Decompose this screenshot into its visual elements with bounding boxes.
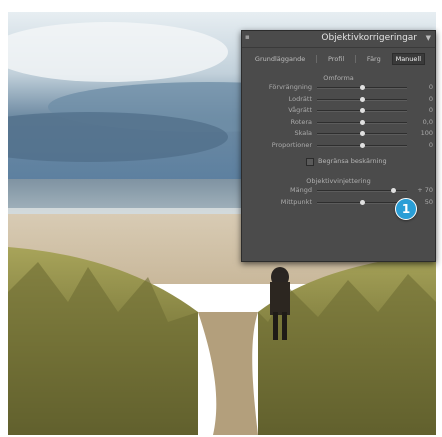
collapse-triangle-icon[interactable]: ▼: [426, 34, 431, 42]
slider-label: Förvrängning: [268, 83, 312, 91]
slider-knob[interactable]: [359, 119, 365, 125]
slider-value[interactable]: 0,0: [423, 118, 433, 126]
slider-label: Vågrätt: [288, 106, 312, 114]
lens-corrections-panel: ▪ Objektivkorrigeringar ▼ Grundläggande …: [241, 30, 436, 262]
slider-horizontal: Vågrätt 0: [242, 105, 435, 117]
constrain-crop-option[interactable]: Begränsa beskärning: [242, 155, 435, 169]
slider-label: Mängd: [290, 186, 312, 194]
slider-value[interactable]: + 70: [417, 186, 433, 194]
slider-knob[interactable]: [359, 142, 365, 148]
slider-rotate: Rotera 0,0: [242, 117, 435, 129]
slider-scale: Skala 100: [242, 128, 435, 140]
slider-knob[interactable]: [391, 188, 396, 193]
slider-aspect: Proportioner 0: [242, 140, 435, 152]
tab-separator: [316, 55, 318, 63]
slider-label: Rotera: [290, 117, 312, 126]
vignette-section-title: Objektivvinjettering: [306, 177, 371, 185]
panel-grip-icon[interactable]: ▪: [245, 33, 250, 41]
slider-knob[interactable]: [359, 108, 365, 113]
slider-vertical: Lodrätt 0: [242, 94, 435, 106]
constrain-crop-checkbox[interactable]: [306, 158, 314, 166]
slider-value[interactable]: 0: [429, 83, 433, 91]
constrain-crop-label: Begränsa beskärning: [318, 157, 387, 165]
slider-value[interactable]: 0: [429, 141, 433, 149]
slider-value[interactable]: 50: [425, 198, 433, 206]
slider-value[interactable]: 0: [429, 95, 433, 103]
tab-manual[interactable]: Manuell: [391, 53, 426, 65]
slider-amount: Mängd + 70: [242, 185, 435, 197]
slider-label: Skala: [294, 129, 312, 137]
transform-section-title: Omforma: [323, 74, 354, 82]
slider-knob[interactable]: [359, 96, 365, 102]
tab-separator: [355, 55, 357, 63]
panel-titlebar: ▪ Objektivkorrigeringar ▼: [242, 31, 435, 48]
slider-knob[interactable]: [359, 131, 365, 136]
slider-label: Lodrätt: [288, 94, 312, 103]
panel-tabs: Grundläggande Profil Färg Manuell: [242, 52, 435, 66]
slider-knob[interactable]: [359, 199, 365, 205]
slider-knob[interactable]: [359, 85, 365, 90]
callout-badge: 1: [395, 198, 417, 220]
tab-basic[interactable]: Grundläggande: [252, 54, 308, 64]
slider-distortion: Förvrängning 0: [242, 82, 435, 94]
panel-title: Objektivkorrigeringar: [321, 33, 417, 43]
slider-value[interactable]: 0: [429, 106, 433, 114]
slider-label: Proportioner: [271, 140, 312, 149]
slider-label: Mittpunkt: [280, 197, 312, 206]
tab-profile[interactable]: Profil: [325, 54, 347, 64]
slider-value[interactable]: 100: [421, 129, 433, 137]
tab-color[interactable]: Färg: [364, 54, 384, 64]
